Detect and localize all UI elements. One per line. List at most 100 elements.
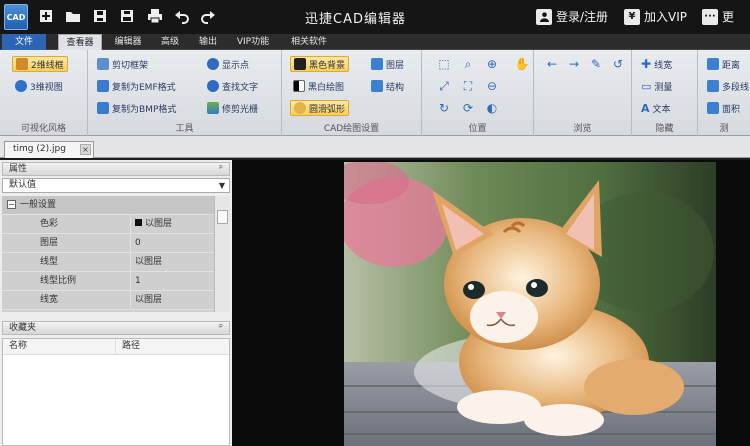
vip-label: 加入VIP [644, 10, 687, 24]
property-name: 线型 [40, 257, 59, 267]
zoom-magnifier-icon[interactable]: ⌕ [460, 56, 476, 72]
app-logo-icon[interactable]: CAD [4, 4, 28, 30]
view-3d-label: 3维视图 [30, 82, 63, 93]
ribbon: 2维线框 3维视图 可视化风格 剪切框架 复制为EMF格式 复制为BMP格式 显… [0, 50, 750, 136]
show-points-button[interactable]: 显示点 [204, 56, 252, 72]
document-tab[interactable]: timg (2).jpg × [4, 141, 94, 158]
pan-hand-icon[interactable]: ✋ [514, 56, 530, 72]
find-text-label: 查找文字 [222, 82, 259, 93]
group-measure: 距离 多段线 面积 测 [698, 50, 750, 136]
save-icon[interactable] [90, 6, 110, 26]
view-3d-button[interactable]: 3维视图 [12, 78, 66, 94]
tab-related[interactable]: 相关软件 [282, 34, 336, 50]
distance-icon [707, 58, 719, 70]
distance-button[interactable]: 距离 [704, 56, 743, 72]
property-value[interactable]: 以图层 [130, 215, 214, 233]
polyline-label: 多段线 [722, 82, 750, 93]
bw-icon [293, 80, 305, 92]
structure-icon [371, 80, 383, 92]
rotate-icon[interactable]: ↻ [436, 100, 452, 116]
vip-button[interactable]: ¥ 加入VIP [624, 8, 687, 25]
group-label-position: 位置 [468, 124, 487, 134]
black-background-button[interactable]: 黑色背景 [290, 56, 350, 72]
more-button[interactable]: ··· 更 [702, 8, 734, 25]
fit-window-icon[interactable]: ⛶ [460, 78, 476, 94]
copy-emf-button[interactable]: 复制为EMF格式 [94, 78, 179, 94]
copy-emf-label: 复制为EMF格式 [112, 82, 176, 93]
measure-button[interactable]: ▭ 测量 [638, 78, 675, 94]
tab-file[interactable]: 文件 [2, 34, 46, 50]
properties-selector[interactable]: 默认值 ▼ [2, 178, 230, 193]
tab-output[interactable]: 输出 [190, 34, 226, 50]
smooth-arc-button[interactable]: 圆滑弧形 [290, 100, 350, 116]
zoom-extents-icon[interactable]: ⤢ [436, 78, 452, 94]
tab-editor[interactable]: 编辑器 [106, 34, 150, 50]
scrollbar-thumb[interactable] [217, 210, 228, 224]
group-visual-style: 2维线框 3维视图 可视化风格 [0, 50, 88, 136]
reset-icon[interactable]: ↺ [610, 56, 626, 72]
drawing-canvas[interactable] [232, 160, 750, 446]
points-icon [207, 58, 219, 70]
arrow-right-icon[interactable]: → [566, 56, 582, 72]
polyline-icon [707, 80, 719, 92]
save-as-icon[interactable] [117, 6, 137, 26]
property-row[interactable]: 线型比例 1 [2, 272, 214, 291]
find-text-button[interactable]: 查找文字 [204, 78, 261, 94]
bw-drawing-button[interactable]: 黑白绘图 [290, 78, 347, 94]
layers-button[interactable]: 图层 [368, 56, 407, 72]
tab-vip[interactable]: VIP功能 [228, 34, 278, 50]
column-name[interactable]: 名称 [9, 339, 27, 354]
title-bar: CAD 迅捷CAD编辑器 登录/注册 ¥ 加入VIP ··· 更 [0, 0, 750, 34]
favorites-list[interactable]: 名称 路径 [2, 338, 230, 446]
wireframe-2d-button[interactable]: 2维线框 [12, 56, 68, 72]
group-cad-settings: 黑色背景 黑白绘图 圆滑弧形 图层 结构 CAD绘图设置 [282, 50, 422, 136]
property-value-text: 以图层 [145, 219, 173, 229]
area-button[interactable]: 面积 [704, 100, 743, 116]
property-grid: − 一般设置 色彩 以图层 图层 0 线型 以图层 线型比例 1 线宽 以图层 [2, 196, 214, 312]
property-row[interactable]: 线宽 以图层 [2, 291, 214, 310]
clip-frame-button[interactable]: 剪切框架 [94, 56, 151, 72]
redo-icon[interactable] [198, 6, 218, 26]
collapse-icon[interactable]: − [7, 200, 16, 209]
tab-viewer[interactable]: 查看器 [58, 34, 102, 50]
copy-bmp-button[interactable]: 复制为BMP格式 [94, 100, 179, 116]
open-icon[interactable] [63, 6, 83, 26]
document-tab-label: timg (2).jpg [13, 144, 66, 154]
trim-raster-button[interactable]: 修剪光栅 [204, 100, 261, 116]
column-path[interactable]: 路径 [115, 339, 140, 354]
black-background-label: 黑色背景 [309, 60, 346, 71]
print-icon[interactable] [145, 6, 165, 26]
property-value[interactable]: 以图层 [130, 253, 214, 271]
property-row[interactable]: 线型 以图层 [2, 253, 214, 272]
line-width-button[interactable]: ✚ 线宽 [638, 56, 675, 72]
arrow-left-icon[interactable]: ← [544, 56, 560, 72]
property-scrollbar[interactable] [214, 196, 230, 312]
color-picker-icon[interactable]: ◐ [484, 100, 500, 116]
group-label-tools: 工具 [175, 124, 194, 134]
tab-advanced[interactable]: 高级 [152, 34, 188, 50]
structure-button[interactable]: 结构 [368, 78, 407, 94]
edit-icon[interactable]: ✎ [588, 56, 604, 72]
login-button[interactable]: 登录/注册 [536, 8, 608, 25]
arc-icon [294, 102, 306, 114]
copy-bmp-icon [97, 102, 109, 114]
undo-icon[interactable] [172, 6, 192, 26]
new-icon[interactable] [36, 6, 56, 26]
wireframe-2d-label: 2维线框 [31, 60, 64, 71]
pin-icon[interactable]: ᵖ [219, 163, 223, 175]
property-row[interactable]: 色彩 以图层 [2, 215, 214, 234]
property-value[interactable]: 0 [130, 234, 214, 252]
text-button[interactable]: A 文本 [638, 100, 674, 116]
group-hide: ✚ 线宽 ▭ 测量 A 文本 隐藏 [632, 50, 698, 136]
property-value[interactable]: 以图层 [130, 291, 214, 309]
zoom-window-icon[interactable]: ⬚ [436, 56, 452, 72]
zoom-out-icon[interactable]: ⊖ [484, 78, 500, 94]
refresh-icon[interactable]: ⟳ [460, 100, 476, 116]
pin-icon[interactable]: ᵖ [219, 322, 223, 334]
property-value[interactable]: 1 [130, 272, 214, 290]
polyline-button[interactable]: 多段线 [704, 78, 750, 94]
zoom-in-icon[interactable]: ⊕ [484, 56, 500, 72]
property-row[interactable]: 图层 0 [2, 234, 214, 253]
category-general[interactable]: − 一般设置 [2, 196, 214, 215]
close-icon[interactable]: × [80, 144, 91, 155]
